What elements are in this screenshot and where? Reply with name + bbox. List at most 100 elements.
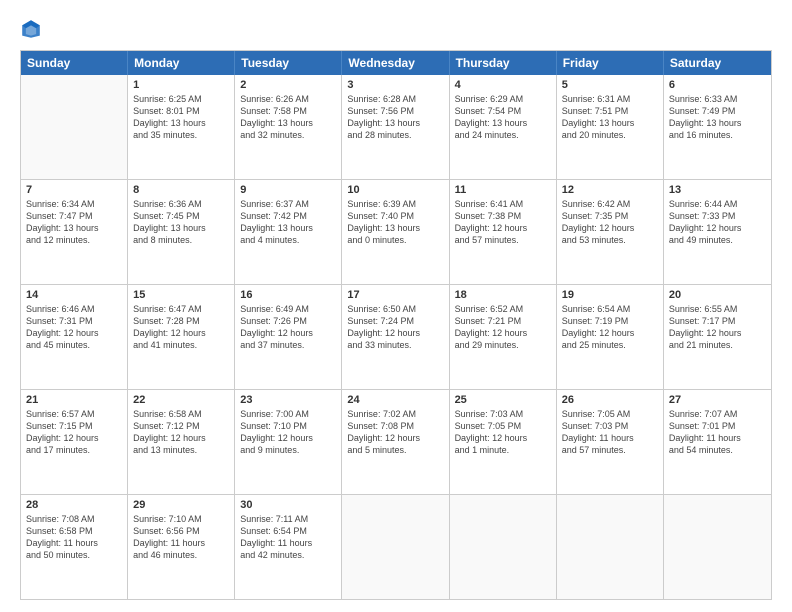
calendar-header-cell: Sunday (21, 51, 128, 75)
cell-line: Sunrise: 6:44 AM (669, 198, 766, 210)
day-number: 15 (133, 289, 229, 301)
cell-line: and 42 minutes. (240, 549, 336, 561)
cell-line: Sunset: 6:58 PM (26, 525, 122, 537)
cell-line: Sunrise: 7:03 AM (455, 408, 551, 420)
day-number: 30 (240, 499, 336, 511)
calendar-cell: 14Sunrise: 6:46 AMSunset: 7:31 PMDayligh… (21, 285, 128, 389)
cell-line: and 20 minutes. (562, 129, 658, 141)
cell-line: Sunrise: 6:46 AM (26, 303, 122, 315)
cell-line: Daylight: 11 hours (669, 432, 766, 444)
cell-line: Sunrise: 6:57 AM (26, 408, 122, 420)
cell-line: Sunset: 7:45 PM (133, 210, 229, 222)
cell-line: Sunrise: 6:54 AM (562, 303, 658, 315)
cell-line: Sunrise: 7:02 AM (347, 408, 443, 420)
cell-line: Sunset: 7:33 PM (669, 210, 766, 222)
cell-line: and 28 minutes. (347, 129, 443, 141)
calendar-cell (557, 495, 664, 599)
cell-line: and 25 minutes. (562, 339, 658, 351)
calendar-cell: 29Sunrise: 7:10 AMSunset: 6:56 PMDayligh… (128, 495, 235, 599)
cell-line: Sunrise: 6:33 AM (669, 93, 766, 105)
cell-line: Daylight: 12 hours (26, 327, 122, 339)
day-number: 18 (455, 289, 551, 301)
cell-line: and 12 minutes. (26, 234, 122, 246)
cell-line: and 49 minutes. (669, 234, 766, 246)
cell-line: Sunrise: 6:39 AM (347, 198, 443, 210)
cell-line: Sunset: 7:35 PM (562, 210, 658, 222)
day-number: 28 (26, 499, 122, 511)
calendar-row: 14Sunrise: 6:46 AMSunset: 7:31 PMDayligh… (21, 285, 771, 390)
calendar-cell: 1Sunrise: 6:25 AMSunset: 8:01 PMDaylight… (128, 75, 235, 179)
cell-line: and 53 minutes. (562, 234, 658, 246)
calendar-cell: 23Sunrise: 7:00 AMSunset: 7:10 PMDayligh… (235, 390, 342, 494)
calendar-header-cell: Friday (557, 51, 664, 75)
calendar-cell: 5Sunrise: 6:31 AMSunset: 7:51 PMDaylight… (557, 75, 664, 179)
calendar-header-cell: Monday (128, 51, 235, 75)
cell-line: Daylight: 12 hours (455, 432, 551, 444)
cell-line: Sunset: 7:19 PM (562, 315, 658, 327)
cell-line: Daylight: 12 hours (669, 327, 766, 339)
cell-line: Sunrise: 6:31 AM (562, 93, 658, 105)
cell-line: Daylight: 12 hours (669, 222, 766, 234)
cell-line: Sunrise: 6:26 AM (240, 93, 336, 105)
cell-line: Daylight: 13 hours (240, 222, 336, 234)
calendar-cell: 22Sunrise: 6:58 AMSunset: 7:12 PMDayligh… (128, 390, 235, 494)
cell-line: Sunset: 7:31 PM (26, 315, 122, 327)
cell-line: and 57 minutes. (455, 234, 551, 246)
day-number: 8 (133, 184, 229, 196)
calendar-cell: 27Sunrise: 7:07 AMSunset: 7:01 PMDayligh… (664, 390, 771, 494)
cell-line: and 32 minutes. (240, 129, 336, 141)
cell-line: Daylight: 13 hours (26, 222, 122, 234)
cell-line: Daylight: 12 hours (26, 432, 122, 444)
calendar-body: 1Sunrise: 6:25 AMSunset: 8:01 PMDaylight… (21, 75, 771, 599)
cell-line: Sunset: 7:38 PM (455, 210, 551, 222)
day-number: 19 (562, 289, 658, 301)
cell-line: Daylight: 13 hours (347, 117, 443, 129)
day-number: 25 (455, 394, 551, 406)
calendar-cell: 17Sunrise: 6:50 AMSunset: 7:24 PMDayligh… (342, 285, 449, 389)
calendar-cell: 6Sunrise: 6:33 AMSunset: 7:49 PMDaylight… (664, 75, 771, 179)
calendar-cell (664, 495, 771, 599)
cell-line: Sunset: 7:49 PM (669, 105, 766, 117)
day-number: 10 (347, 184, 443, 196)
cell-line: Sunset: 7:40 PM (347, 210, 443, 222)
calendar: SundayMondayTuesdayWednesdayThursdayFrid… (20, 50, 772, 600)
day-number: 20 (669, 289, 766, 301)
cell-line: Daylight: 13 hours (562, 117, 658, 129)
calendar-cell: 19 Sunrise: 6:54 AMSunset: 7:19 PMDayligh… (557, 285, 664, 389)
cell-line: Daylight: 12 hours (562, 222, 658, 234)
cell-line: and 5 minutes. (347, 444, 443, 456)
day-number: 24 (347, 394, 443, 406)
cell-line: Daylight: 11 hours (26, 537, 122, 549)
calendar-header: SundayMondayTuesdayWednesdayThursdayFrid… (21, 51, 771, 75)
cell-line: Sunset: 7:24 PM (347, 315, 443, 327)
cell-line: and 35 minutes. (133, 129, 229, 141)
cell-line: and 29 minutes. (455, 339, 551, 351)
calendar-cell (342, 495, 449, 599)
calendar-cell (450, 495, 557, 599)
calendar-cell: 28Sunrise: 7:08 AMSunset: 6:58 PMDayligh… (21, 495, 128, 599)
cell-line: Daylight: 12 hours (562, 327, 658, 339)
cell-line: Sunrise: 6:50 AM (347, 303, 443, 315)
cell-line: Daylight: 13 hours (347, 222, 443, 234)
cell-line: Sunset: 7:01 PM (669, 420, 766, 432)
cell-line: and 21 minutes. (669, 339, 766, 351)
cell-line: and 33 minutes. (347, 339, 443, 351)
cell-line: Sunrise: 7:07 AM (669, 408, 766, 420)
cell-line: Sunset: 7:28 PM (133, 315, 229, 327)
cell-line: Sunrise: 6:28 AM (347, 93, 443, 105)
calendar-cell: 2Sunrise: 6:26 AMSunset: 7:58 PMDaylight… (235, 75, 342, 179)
calendar-header-cell: Thursday (450, 51, 557, 75)
calendar-header-cell: Saturday (664, 51, 771, 75)
day-number: 26 (562, 394, 658, 406)
cell-line: Daylight: 13 hours (133, 222, 229, 234)
cell-line: and 16 minutes. (669, 129, 766, 141)
cell-line: Sunset: 7:17 PM (669, 315, 766, 327)
cell-line: and 37 minutes. (240, 339, 336, 351)
calendar-row: 7Sunrise: 6:34 AMSunset: 7:47 PMDaylight… (21, 180, 771, 285)
day-number: 12 (562, 184, 658, 196)
cell-line: Sunset: 6:56 PM (133, 525, 229, 537)
calendar-cell (21, 75, 128, 179)
cell-line: Sunrise: 6:25 AM (133, 93, 229, 105)
calendar-row: 1Sunrise: 6:25 AMSunset: 8:01 PMDaylight… (21, 75, 771, 180)
cell-line: and 41 minutes. (133, 339, 229, 351)
